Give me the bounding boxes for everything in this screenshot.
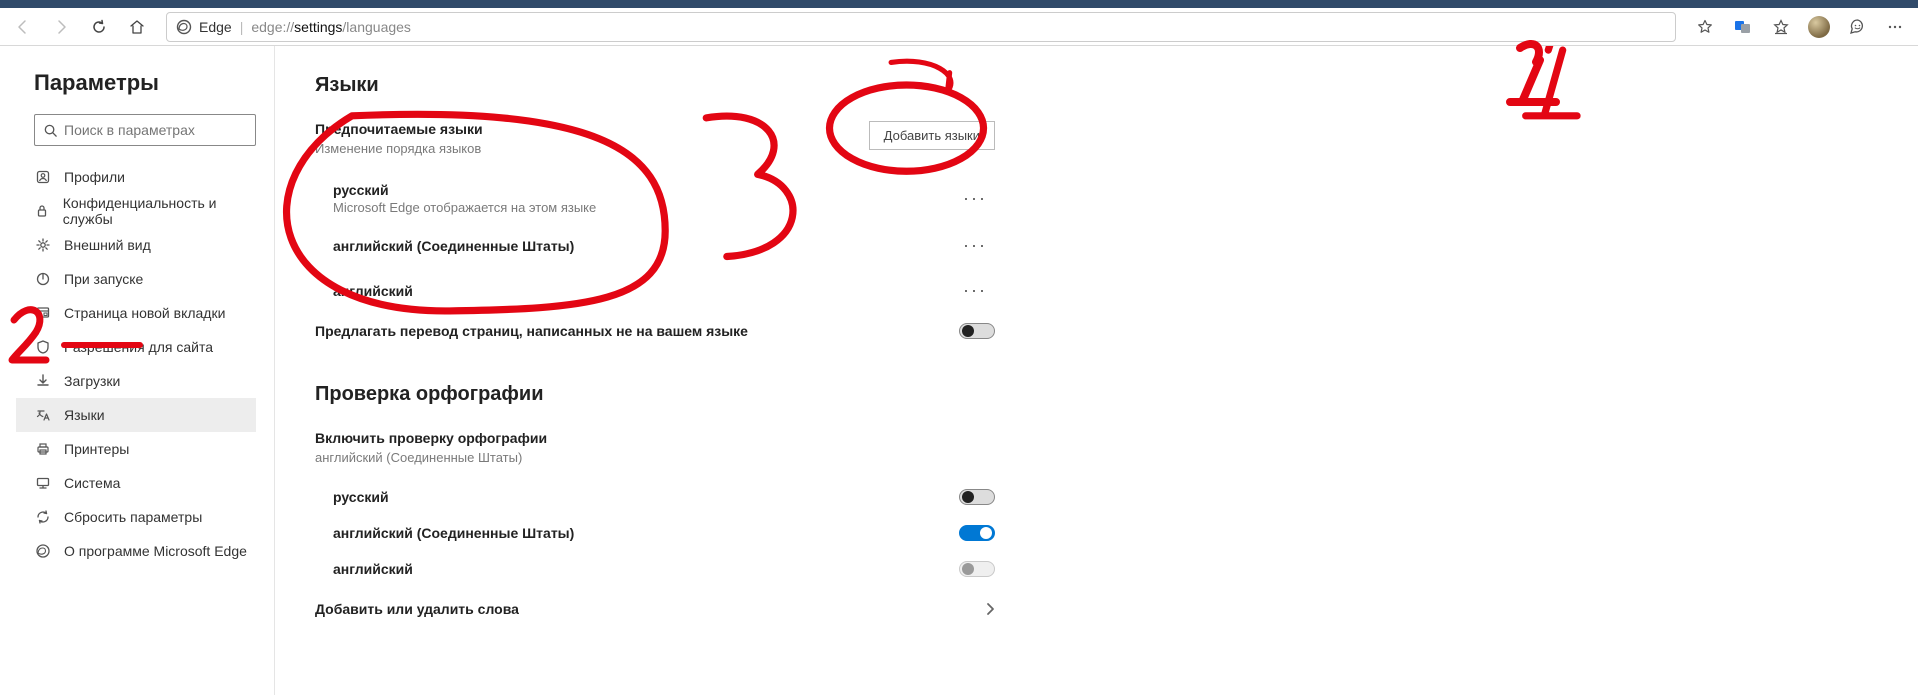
spell-lang-name: русский xyxy=(315,489,389,505)
sidebar-item-label: Система xyxy=(64,475,120,491)
sidebar-item-icon xyxy=(34,305,52,321)
sidebar-item-label: Принтеры xyxy=(64,441,129,457)
spell-enable-label: Включить проверку орфографии xyxy=(315,430,1878,446)
spell-lang-row: русский xyxy=(315,479,995,515)
sidebar-item-label: Сбросить параметры xyxy=(64,509,202,525)
language-row: английский ··· xyxy=(315,268,995,313)
languages-heading: Языки xyxy=(315,74,1878,97)
spell-lang-toggle[interactable] xyxy=(959,525,995,541)
refresh-button[interactable] xyxy=(82,10,116,44)
profile-avatar[interactable] xyxy=(1802,10,1836,44)
spell-lang-row: английский xyxy=(315,551,995,587)
home-button[interactable] xyxy=(120,10,154,44)
sidebar-item-label: Загрузки xyxy=(64,373,120,389)
sidebar-item-label: Конфиденциальность и службы xyxy=(63,195,256,227)
search-input[interactable] xyxy=(64,122,247,138)
spell-lang-name: английский (Соединенные Штаты) xyxy=(315,525,574,541)
preferred-languages-heading: Предпочитаемые языки xyxy=(315,121,483,137)
spell-lang-name: английский xyxy=(315,561,413,577)
search-icon xyxy=(43,123,58,138)
address-bar[interactable]: Edge | edge://settings/languages xyxy=(166,12,1676,42)
spell-lang-row: английский (Соединенные Штаты) xyxy=(315,515,995,551)
language-row: русский Microsoft Edge отображается на эт… xyxy=(315,174,995,223)
offer-translate-toggle[interactable] xyxy=(959,323,995,339)
back-button[interactable] xyxy=(6,10,40,44)
language-name: русский xyxy=(315,182,596,198)
sidebar-item-icon xyxy=(34,237,52,253)
sidebar-item-label: О программе Microsoft Edge xyxy=(64,543,247,559)
overflow-menu-icon[interactable] xyxy=(1878,10,1912,44)
add-remove-words-link[interactable]: Добавить или удалить слова xyxy=(315,587,995,621)
spell-lang-toggle[interactable] xyxy=(959,489,995,505)
language-sub: Microsoft Edge отображается на этом язык… xyxy=(315,200,596,215)
sidebar-title: Параметры xyxy=(34,70,256,96)
sidebar-item[interactable]: При запуске xyxy=(16,262,256,296)
sidebar-item-icon xyxy=(34,407,52,423)
sidebar-item[interactable]: Сбросить параметры xyxy=(16,500,256,534)
sidebar-item-icon xyxy=(34,373,52,389)
offer-translate-label: Предлагать перевод страниц, написанных н… xyxy=(315,323,748,339)
spellcheck-heading: Проверка орфографии xyxy=(315,383,1878,406)
settings-content: Языки Предпочитаемые языки Изменение пор… xyxy=(275,46,1918,695)
favorites-list-icon[interactable] xyxy=(1764,10,1798,44)
sidebar-item[interactable]: Система xyxy=(16,466,256,500)
language-name: английский xyxy=(315,283,413,299)
sidebar-item-label: Профили xyxy=(64,169,125,185)
favorite-star-icon[interactable] xyxy=(1688,10,1722,44)
sidebar-item-label: Разрешения для сайта xyxy=(64,339,213,355)
spell-enable-sub: английский (Соединенные Штаты) xyxy=(315,450,1878,465)
sidebar-item[interactable]: Принтеры xyxy=(16,432,256,466)
spell-lang-toggle xyxy=(959,561,995,577)
sidebar-search[interactable] xyxy=(34,114,256,146)
address-product: Edge xyxy=(199,19,232,35)
sidebar-item-label: При запуске xyxy=(64,271,143,287)
sidebar-item-label: Языки xyxy=(64,407,105,423)
settings-sidebar: Параметры Профили Конфиденциальность и сл… xyxy=(0,46,275,695)
url-scheme: edge:// xyxy=(251,19,294,35)
edge-logo-icon xyxy=(175,18,193,36)
sidebar-item-icon xyxy=(34,509,52,525)
add-languages-button[interactable]: Добавить языки xyxy=(869,121,995,150)
sidebar-item[interactable]: Конфиденциальность и службы xyxy=(16,194,256,228)
sidebar-item-label: Внешний вид xyxy=(64,237,151,253)
forward-button[interactable] xyxy=(44,10,78,44)
language-more-button[interactable]: ··· xyxy=(955,276,995,305)
feedback-icon[interactable] xyxy=(1840,10,1874,44)
preferred-languages-sub: Изменение порядка языков xyxy=(315,141,483,156)
translate-icon[interactable] xyxy=(1726,10,1760,44)
sidebar-item-icon xyxy=(34,203,51,219)
sidebar-item-icon xyxy=(34,339,52,355)
sidebar-item[interactable]: О программе Microsoft Edge xyxy=(16,534,256,568)
sidebar-item[interactable]: Страница новой вкладки xyxy=(16,296,256,330)
language-name: английский (Соединенные Штаты) xyxy=(315,238,574,254)
sidebar-item-icon xyxy=(34,271,52,287)
browser-toolbar: Edge | edge://settings/languages xyxy=(0,8,1918,46)
sidebar-item-icon xyxy=(34,441,52,457)
sidebar-item-label: Страница новой вкладки xyxy=(64,305,225,321)
url-path-bold: settings xyxy=(294,19,342,35)
sidebar-item[interactable]: Внешний вид xyxy=(16,228,256,262)
sidebar-item-icon xyxy=(34,169,52,185)
sidebar-item-icon xyxy=(34,475,52,491)
sidebar-item[interactable]: Разрешения для сайта xyxy=(16,330,256,364)
sidebar-item[interactable]: Языки xyxy=(16,398,256,432)
language-more-button[interactable]: ··· xyxy=(955,184,995,213)
url-path-rest: /languages xyxy=(342,19,411,35)
language-row: английский (Соединенные Штаты) ··· xyxy=(315,223,995,268)
chevron-right-icon xyxy=(985,602,995,616)
sidebar-item-icon xyxy=(34,543,52,559)
sidebar-item[interactable]: Загрузки xyxy=(16,364,256,398)
sidebar-item[interactable]: Профили xyxy=(16,160,256,194)
language-more-button[interactable]: ··· xyxy=(955,231,995,260)
